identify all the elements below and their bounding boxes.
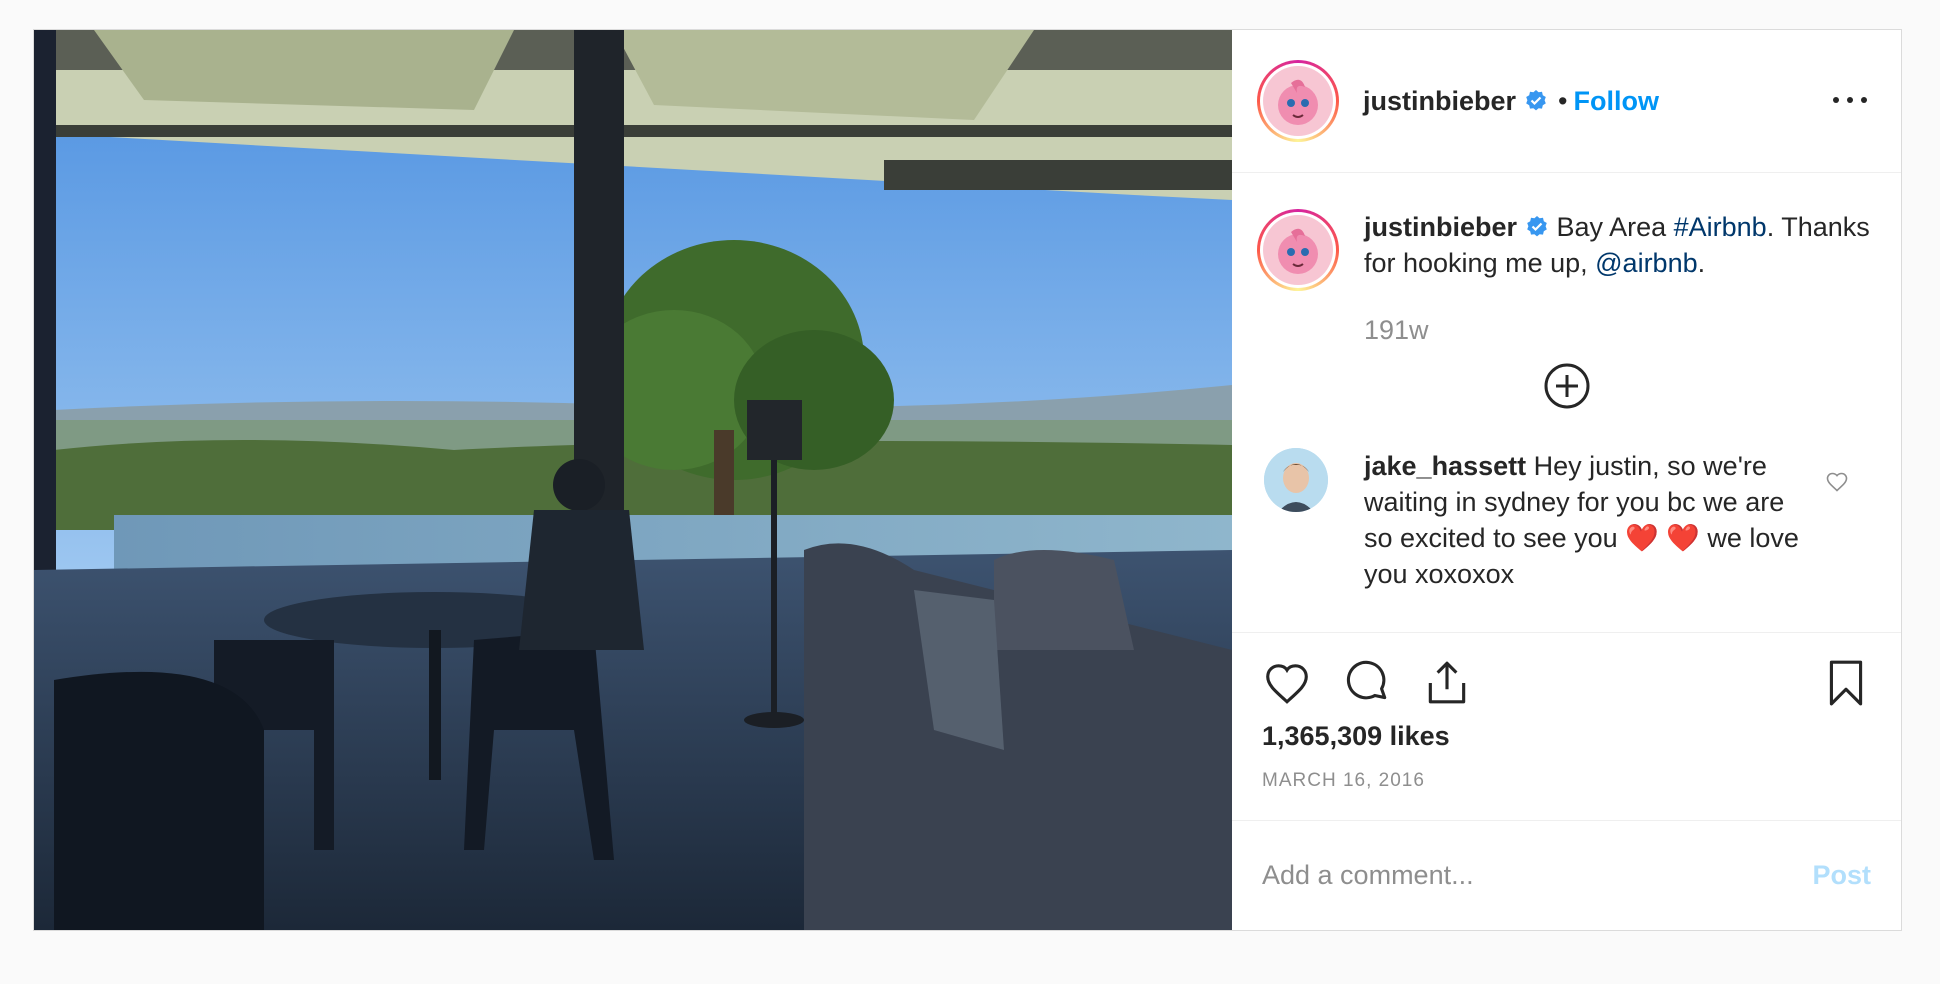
bookmark-icon[interactable] bbox=[1821, 658, 1871, 708]
avatar-image bbox=[1263, 66, 1333, 136]
author-username[interactable]: justinbieber bbox=[1363, 86, 1516, 117]
header-separator: • bbox=[1558, 85, 1568, 116]
commenter-username[interactable]: jake_hassett bbox=[1364, 451, 1526, 481]
post-comment-button[interactable]: Post bbox=[1812, 860, 1871, 891]
post-container: justinbieber • Follow justinbieber Bay A… bbox=[33, 29, 1902, 931]
caption-body: . bbox=[1697, 248, 1706, 278]
caption-timestamp[interactable]: 191w bbox=[1364, 315, 1901, 346]
post-header: justinbieber • Follow bbox=[1232, 30, 1901, 173]
likes-count[interactable]: 1,365,309 likes bbox=[1262, 721, 1871, 752]
photo-scene bbox=[34, 30, 1232, 930]
jigglypuff-avatar-icon bbox=[1278, 228, 1318, 274]
caption-text: justinbieber Bay Area #Airbnb. Thanks fo… bbox=[1364, 209, 1871, 291]
post-date[interactable]: MARCH 16, 2016 bbox=[1262, 770, 1871, 792]
comments-section[interactable]: justinbieber Bay Area #Airbnb. Thanks fo… bbox=[1232, 173, 1901, 632]
author-avatar[interactable] bbox=[1257, 60, 1339, 142]
caption-hashtag[interactable]: #Airbnb bbox=[1674, 212, 1767, 242]
caption-username[interactable]: justinbieber bbox=[1364, 212, 1517, 242]
jigglypuff-avatar-icon bbox=[1278, 79, 1318, 125]
post-photo[interactable] bbox=[34, 30, 1232, 930]
post-actions: 1,365,309 likes MARCH 16, 2016 bbox=[1232, 632, 1901, 820]
load-more-plus-icon[interactable] bbox=[1543, 362, 1591, 410]
comment-icon[interactable] bbox=[1342, 658, 1392, 708]
post-side-panel: justinbieber • Follow justinbieber Bay A… bbox=[1232, 30, 1901, 930]
comment-composer: Post bbox=[1232, 820, 1901, 930]
verified-badge-icon bbox=[1526, 90, 1546, 111]
comment-item: jake_hassett Hey justin, so we're waitin… bbox=[1232, 410, 1901, 592]
share-icon[interactable] bbox=[1422, 658, 1472, 708]
commenter-avatar-image bbox=[1264, 448, 1328, 512]
caption-body: Bay Area bbox=[1549, 212, 1674, 242]
more-options-icon[interactable] bbox=[1833, 88, 1867, 112]
comment-like-heart-icon[interactable] bbox=[1825, 470, 1849, 494]
heart-icon[interactable] bbox=[1262, 658, 1312, 708]
post-caption: justinbieber Bay Area #Airbnb. Thanks fo… bbox=[1232, 173, 1901, 291]
commenter-avatar[interactable] bbox=[1264, 448, 1328, 512]
follow-button[interactable]: Follow bbox=[1573, 86, 1658, 117]
caption-mention[interactable]: @airbnb bbox=[1595, 248, 1697, 278]
add-comment-input[interactable] bbox=[1262, 860, 1813, 891]
caption-author-avatar[interactable] bbox=[1257, 209, 1339, 291]
verified-badge-icon bbox=[1527, 216, 1547, 237]
